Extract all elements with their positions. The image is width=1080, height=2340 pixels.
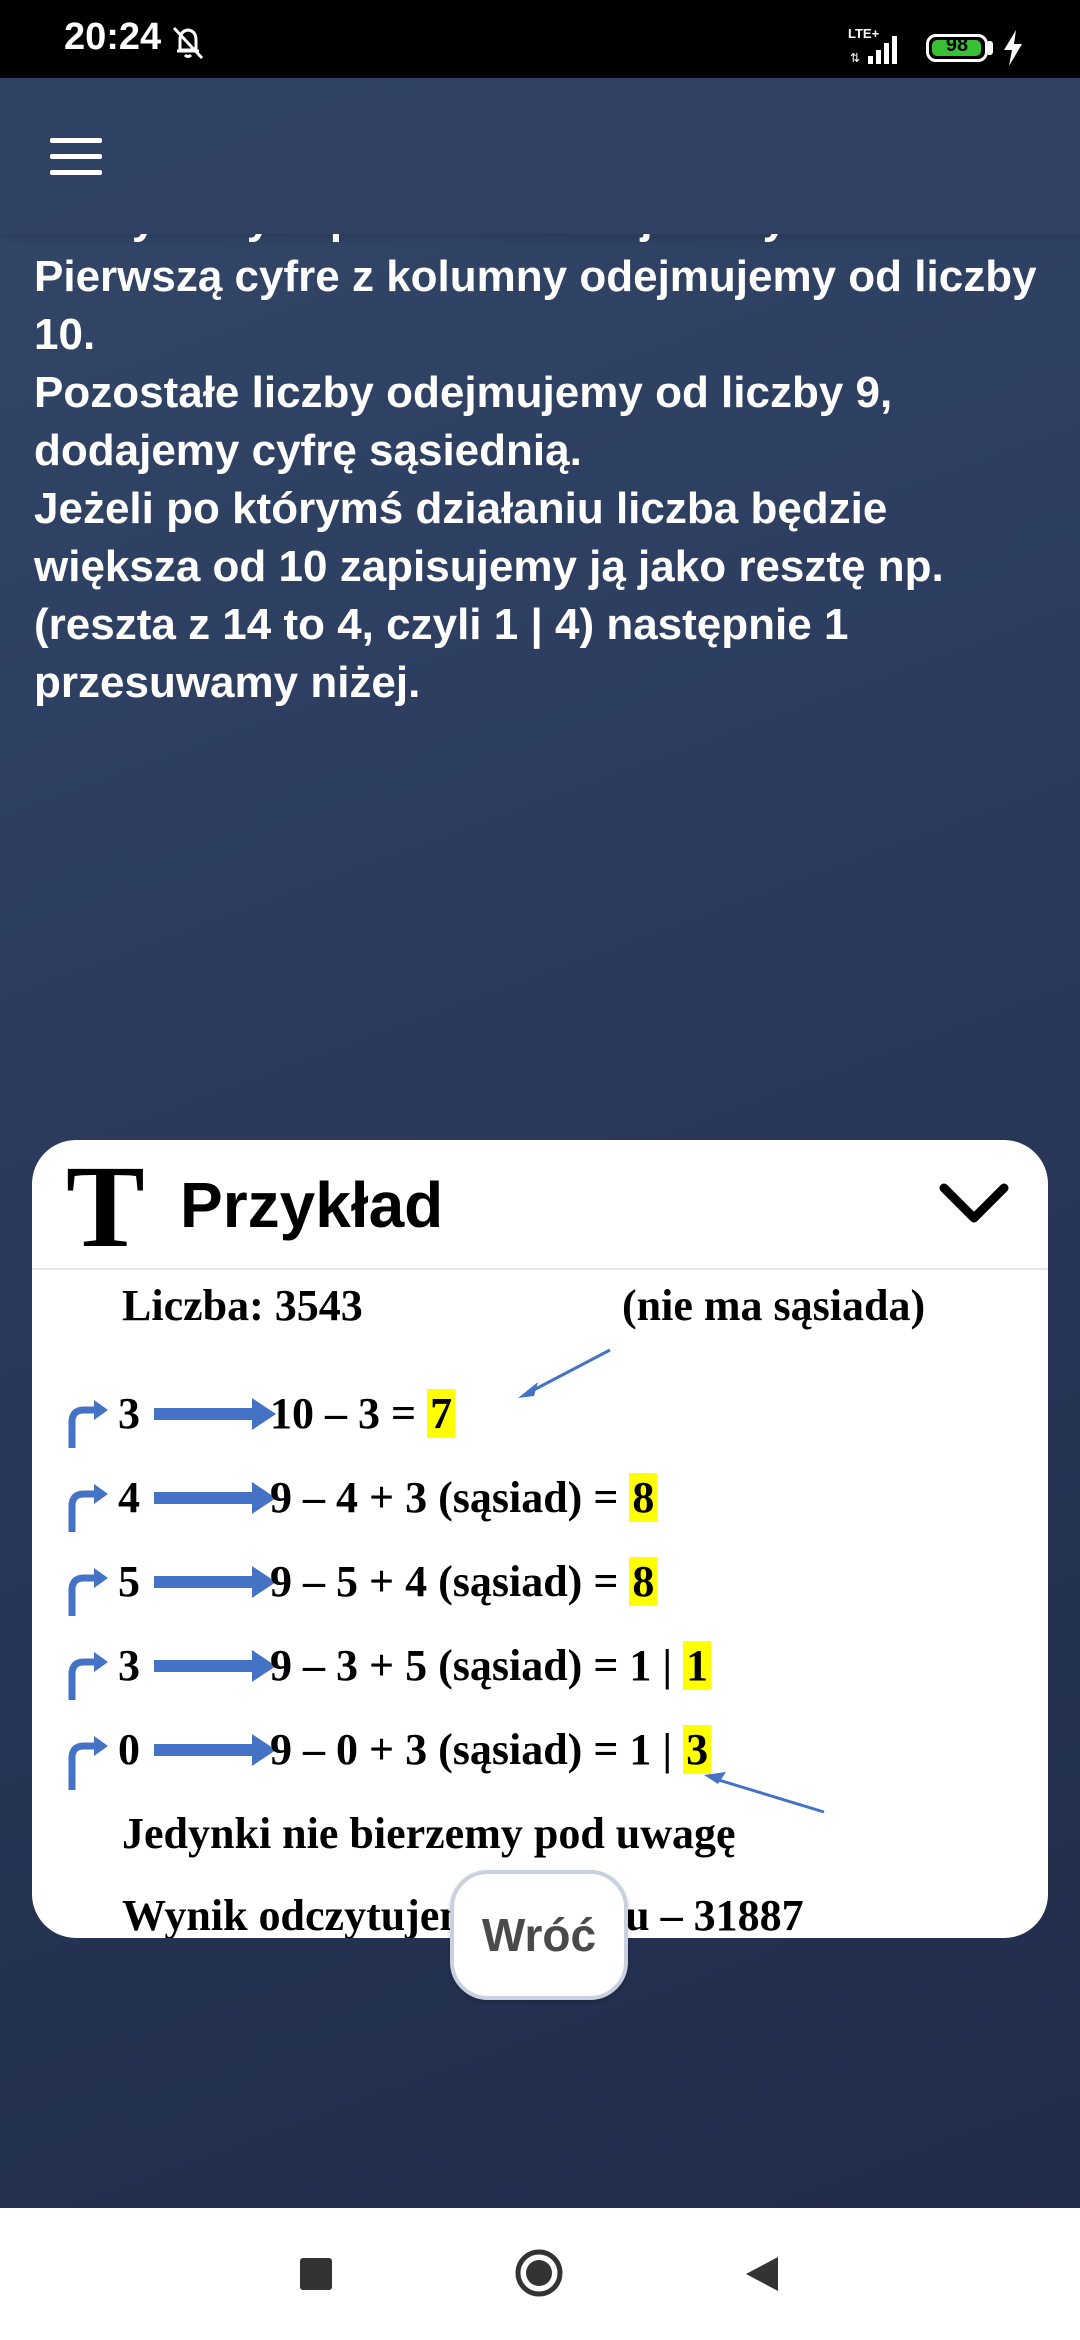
text-type-icon: T [66, 1141, 145, 1272]
svg-text:LTE+: LTE+ [848, 26, 880, 41]
carry-arrows [68, 1406, 94, 1790]
row-result: 1 [683, 1641, 712, 1690]
instructions-text: Zaczynamy zapis od ostatniej liczby. Pie… [34, 234, 1044, 712]
hamburger-menu-icon[interactable] [40, 124, 112, 188]
carry-arrow-heads [94, 1400, 108, 1756]
card-title: Przykład [180, 1169, 444, 1241]
menu-bar-middle [50, 154, 102, 159]
menu-bar-top [50, 138, 102, 143]
back-button[interactable]: Wróć [450, 1870, 628, 2000]
charging-bolt-icon [1004, 30, 1022, 66]
row-arrows [154, 1398, 276, 1766]
row-result: 3 [683, 1725, 712, 1774]
row-result: 8 [629, 1473, 658, 1522]
row-expression: 9 – 3 + 5 (sąsiad) = 1 | 1 [270, 1640, 712, 1691]
battery-level: 98 [945, 34, 969, 56]
example-card: T Przykład Liczba: 3543 (nie ma sąsiada)… [32, 1140, 1048, 1938]
row-digit: 5 [118, 1557, 140, 1606]
row-expression: 10 – 3 = 7 [270, 1388, 456, 1439]
row-expr-text: 9 – 0 + 3 (sąsiad) = 1 | [270, 1725, 684, 1774]
row-digit: 3 [118, 1389, 140, 1438]
row-expr-text: 9 – 5 + 4 (sąsiad) = [270, 1557, 630, 1606]
battery-icon: 98 [926, 34, 988, 62]
row-result: 8 [629, 1557, 658, 1606]
instruction-line: Pozostałe liczby odejmujemy od liczby 9,… [34, 368, 893, 475]
row-expr-text: 9 – 4 + 3 (sąsiad) = [270, 1473, 630, 1522]
instruction-line: Zaczynamy zapis od ostatniej liczby. [34, 234, 1044, 248]
row-expression: 9 – 4 + 3 (sąsiad) = 8 [270, 1472, 658, 1523]
instruction-line: Jeżeli po którymś działaniu liczba będzi… [34, 484, 944, 707]
example-footer-1: Jedynki nie bierzemy pod uwagę [122, 1809, 736, 1858]
row-expr-text: 9 – 3 + 5 (sąsiad) = 1 | [270, 1641, 684, 1690]
home-circle-icon[interactable] [514, 2248, 564, 2298]
recents-square-icon[interactable] [300, 2258, 332, 2290]
instruction-line: Pierwszą cyfre z kolumny odejmujemy od l… [34, 252, 1037, 359]
back-triangle-icon[interactable] [744, 2255, 780, 2293]
row-expression: 9 – 0 + 3 (sąsiad) = 1 | 3 [270, 1724, 712, 1775]
row-digit: 0 [118, 1725, 140, 1774]
example-note: (nie ma sąsiada) [622, 1281, 926, 1330]
menu-bar-bottom [50, 170, 102, 175]
status-bar: 20:24 LTE+ ⇅ 98 [0, 0, 1080, 78]
signal-icon: LTE+ ⇅ [848, 26, 897, 65]
row-expression: 9 – 5 + 4 (sąsiad) = 8 [270, 1556, 658, 1607]
app-bar [0, 78, 1080, 234]
chevron-down-icon[interactable] [938, 1180, 1010, 1228]
example-card-header[interactable]: T Przykład [32, 1140, 1048, 1270]
row-expr-text: 10 – 3 = [270, 1389, 428, 1438]
row-digit: 3 [118, 1641, 140, 1690]
example-image: Liczba: 3543 (nie ma sąsiada) 3 10 – 3 =… [32, 1270, 1048, 1938]
notifications-muted-icon [172, 26, 204, 60]
battery-nub [988, 41, 993, 55]
system-nav-bar [0, 2208, 1080, 2340]
status-time: 20:24 [64, 16, 162, 58]
example-number: Liczba: 3543 [122, 1281, 363, 1330]
row-digit: 4 [118, 1473, 140, 1522]
svg-text:⇅: ⇅ [850, 51, 860, 65]
row-result: 7 [427, 1389, 456, 1438]
